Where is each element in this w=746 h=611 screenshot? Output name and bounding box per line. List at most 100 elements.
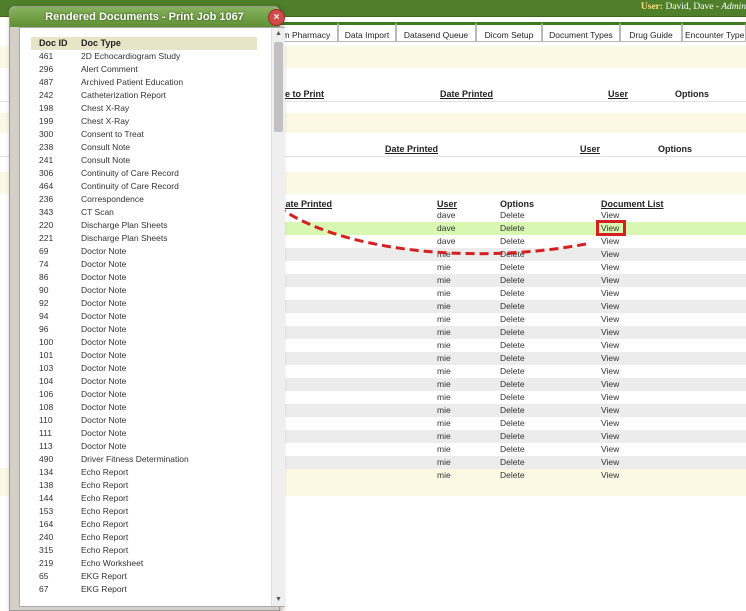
doc-type: EKG Report [81, 571, 127, 581]
doc-id: 67 [39, 584, 49, 594]
list-item[interactable]: 219 Echo Worksheet [31, 557, 261, 570]
list-item[interactable]: 86 Doctor Note [31, 271, 261, 284]
doc-type: CT Scan [81, 207, 114, 217]
doc-type: Doctor Note [81, 363, 127, 373]
doc-id: 90 [39, 285, 49, 295]
list-item[interactable]: 144 Echo Report [31, 492, 261, 505]
list-item[interactable]: 487 Archived Patient Education [31, 76, 261, 89]
list-item[interactable]: 300 Consent to Treat [31, 128, 261, 141]
doc-id: 242 [39, 90, 54, 100]
list-item[interactable]: 296 Alert Comment [31, 63, 261, 76]
doc-id: 343 [39, 207, 54, 217]
doc-type: Catheterization Report [81, 90, 167, 100]
doc-type: Doctor Note [81, 389, 127, 399]
doc-type: Doctor Note [81, 415, 127, 425]
list-item[interactable]: 94 Doctor Note [31, 310, 261, 323]
doc-type: Chest X-Ray [81, 103, 130, 113]
doc-type: Doctor Note [81, 272, 127, 282]
list-item[interactable]: 104 Doctor Note [31, 375, 261, 388]
list-item[interactable]: 138 Echo Report [31, 479, 261, 492]
list-item[interactable]: 164 Echo Report [31, 518, 261, 531]
list-item[interactable]: 100 Doctor Note [31, 336, 261, 349]
doc-id: 96 [39, 324, 49, 334]
list-item[interactable]: 343 CT Scan [31, 206, 261, 219]
doc-id: 461 [39, 51, 54, 61]
list-item[interactable]: 306 Continuity of Care Record [31, 167, 261, 180]
doc-type: Archived Patient Education [81, 77, 184, 87]
list-scrollbar[interactable]: ▲ ▼ [271, 28, 285, 606]
doc-id: 111 [39, 428, 52, 438]
doc-type: Continuity of Care Record [81, 168, 179, 178]
doc-type: Echo Worksheet [81, 558, 144, 568]
list-item[interactable]: 461 2D Echocardiogram Study [31, 50, 261, 63]
list-item[interactable]: 110 Doctor Note [31, 414, 261, 427]
list-item[interactable]: 67 EKG Report [31, 583, 261, 596]
doc-type: Doctor Note [81, 441, 127, 451]
list-item[interactable]: 69 Doctor Note [31, 245, 261, 258]
list-item[interactable]: 74 Doctor Note [31, 258, 261, 271]
doc-id: 153 [39, 506, 54, 516]
close-icon[interactable]: × [268, 9, 285, 26]
list-item[interactable]: 101 Doctor Note [31, 349, 261, 362]
list-item[interactable]: 153 Echo Report [31, 505, 261, 518]
doc-type: Echo Report [81, 467, 129, 477]
scroll-down-icon[interactable]: ▼ [272, 594, 285, 606]
list-item[interactable]: 199 Chest X-Ray [31, 115, 261, 128]
list-item[interactable]: 113 Doctor Note [31, 440, 261, 453]
list-item[interactable]: 103 Doctor Note [31, 362, 261, 375]
doc-type: Chest X-Ray [81, 116, 130, 126]
list-item[interactable]: 240 Echo Report [31, 531, 261, 544]
doc-id: 108 [39, 402, 54, 412]
doc-id: 490 [39, 454, 54, 464]
doc-id: 300 [39, 129, 54, 139]
doc-type: Consent to Treat [81, 129, 144, 139]
doc-type: Discharge Plan Sheets [81, 220, 168, 230]
scroll-up-icon[interactable]: ▲ [272, 28, 285, 40]
scroll-thumb[interactable] [274, 42, 283, 132]
list-item[interactable]: 96 Doctor Note [31, 323, 261, 336]
doc-id: 296 [39, 64, 54, 74]
doc-id: 464 [39, 181, 54, 191]
list-item[interactable]: 490 Driver Fitness Determination [31, 453, 261, 466]
doc-type-list: 461 2D Echocardiogram Study 296 Alert Comme… [31, 50, 261, 606]
list-item[interactable]: 241 Consult Note [31, 154, 261, 167]
doc-id: 65 [39, 571, 49, 581]
list-item[interactable]: 90 Doctor Note [31, 284, 261, 297]
list-item[interactable]: 65 EKG Report [31, 570, 261, 583]
list-item[interactable]: 220 Discharge Plan Sheets [31, 219, 261, 232]
doc-id: 104 [39, 376, 54, 386]
dialog-body: Doc ID Doc Type 461 2D Echocardiogram Stu… [19, 27, 285, 607]
list-item[interactable]: 134 Echo Report [31, 466, 261, 479]
list-item[interactable]: 106 Doctor Note [31, 388, 261, 401]
list-item[interactable]: 221 Discharge Plan Sheets [31, 232, 261, 245]
list-item[interactable]: 315 Echo Report [31, 544, 261, 557]
list-item[interactable]: 238 Consult Note [31, 141, 261, 154]
doc-type: Doctor Note [81, 298, 127, 308]
doc-id: 240 [39, 532, 54, 542]
doc-type: Doctor Note [81, 246, 127, 256]
doc-type: Doctor Note [81, 337, 127, 347]
list-item[interactable]: 198 Chest X-Ray [31, 102, 261, 115]
doc-type: Doctor Note [81, 350, 127, 360]
doc-id: 101 [39, 350, 54, 360]
doc-type: Echo Report [81, 519, 129, 529]
list-item[interactable]: 236 Correspondence [31, 193, 261, 206]
list-item[interactable]: 108 Doctor Note [31, 401, 261, 414]
doc-type: Driver Fitness Determination [81, 454, 189, 464]
doc-id: 113 [39, 441, 53, 451]
doc-type: Alert Comment [81, 64, 138, 74]
doc-type: Doctor Note [81, 376, 127, 386]
doc-type: Consult Note [81, 142, 131, 152]
doc-type: Echo Report [81, 480, 129, 490]
dialog-title[interactable]: Rendered Documents - Print Job 1067 [10, 7, 279, 27]
list-item[interactable]: 92 Doctor Note [31, 297, 261, 310]
list-item[interactable]: 464 Continuity of Care Record [31, 180, 261, 193]
list-item[interactable]: 111 Doctor Note [31, 427, 261, 440]
doc-type: Doctor Note [81, 428, 127, 438]
list-item[interactable]: 242 Catheterization Report [31, 89, 261, 102]
doc-id: 199 [39, 116, 54, 126]
doc-type: Doctor Note [81, 285, 127, 295]
doc-type: Doctor Note [81, 311, 127, 321]
doc-id: 198 [39, 103, 54, 113]
doc-id: 238 [39, 142, 54, 152]
